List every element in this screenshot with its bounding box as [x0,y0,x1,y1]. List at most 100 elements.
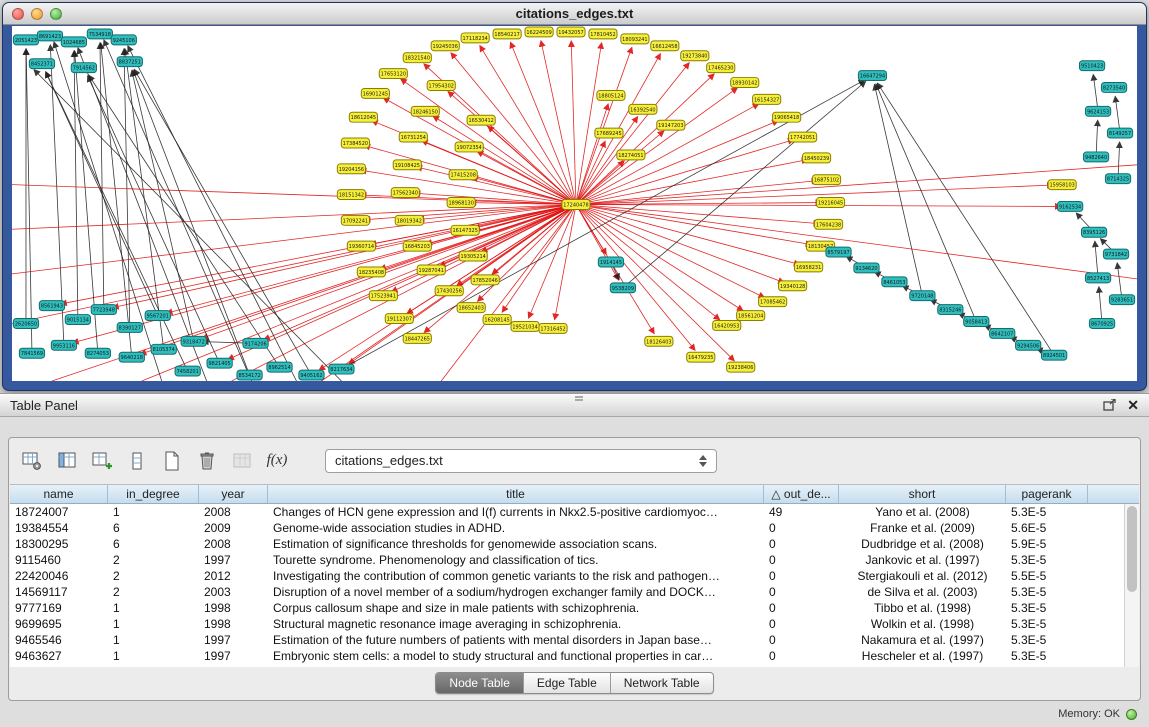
graph-node[interactable]: 17562340 [391,188,419,198]
graph-node[interactable]: 17523941 [369,291,397,301]
graph-node[interactable]: 19072354 [455,142,483,152]
graph-node[interactable]: 16224509 [525,27,553,37]
graph-node[interactable]: 18093241 [621,34,649,44]
graph-node[interactable]: 17415208 [449,170,477,180]
graph-node[interactable]: 16154327 [753,94,781,104]
table-cell[interactable]: Estimation of significance thresholds fo… [268,536,764,552]
graph-node[interactable]: 7458201 [175,366,200,376]
graph-node[interactable]: 7914562 [71,63,96,73]
table-cell[interactable]: Dudbridge et al. (2008) [839,536,1006,552]
graph-node[interactable]: 9294506 [1016,340,1041,350]
graph-node[interactable]: 16875102 [812,175,840,185]
graph-node[interactable]: 9510423 [1079,61,1104,71]
float-panel-icon[interactable] [1103,399,1117,411]
add-column-icon[interactable] [87,446,117,476]
minimize-window-button[interactable] [31,8,43,20]
graph-node[interactable]: 9624153 [1085,106,1110,116]
graph-node[interactable]: 9318472 [181,336,206,346]
graph-node[interactable]: 19360714 [347,241,375,251]
graph-node[interactable]: 17604238 [814,219,842,229]
table-cell[interactable]: 5.3E-5 [1006,600,1088,616]
graph-node[interactable]: 7841569 [19,348,44,358]
table-cell[interactable]: Hescheler et al. (1997) [839,648,1006,664]
graph-node[interactable]: 8579197 [826,247,851,257]
graph-node[interactable]: 18450239 [802,153,830,163]
graph-node[interactable]: 18321540 [403,53,431,63]
table-cell[interactable]: Tourette syndrome. Phenomenology and cla… [268,552,764,568]
table-row[interactable]: 969969511998Structural magnetic resonanc… [10,616,1139,632]
zoom-window-button[interactable] [50,8,62,20]
table-cell[interactable]: 2 [108,584,199,600]
graph-node[interactable]: 18561204 [737,311,765,321]
graph-node[interactable]: 9953116 [51,340,76,350]
vertical-scrollbar[interactable] [1124,504,1139,667]
graph-node[interactable]: 7534918 [87,29,112,39]
graph-node[interactable]: 18151342 [337,190,365,200]
graph-node[interactable]: 9134620 [854,263,879,273]
table-cell[interactable]: Embryonic stem cells: a model to study s… [268,648,764,664]
table-cell[interactable]: 1 [108,616,199,632]
graph-node[interactable]: 9405162 [299,370,324,380]
graph-node[interactable]: 17810452 [589,29,617,39]
table-cell[interactable]: 22420046 [10,568,108,584]
graph-node[interactable]: 18612045 [349,112,377,122]
graph-node[interactable]: 8390127 [117,322,142,332]
table-cell[interactable]: 6 [108,536,199,552]
import-table-icon[interactable] [227,446,257,476]
table-cell[interactable]: 19384554 [10,520,108,536]
graph-node[interactable]: 19273840 [681,51,709,61]
table-cell[interactable]: 1 [108,504,199,520]
table-cell[interactable]: 9777169 [10,600,108,616]
graph-node[interactable]: 19112307 [385,314,413,324]
graph-node[interactable]: 9283651 [1109,295,1134,305]
table-cell[interactable]: 2003 [199,584,268,600]
table-row[interactable]: 946362711997Embryonic stem cells: a mode… [10,648,1139,664]
graph-node[interactable]: 8670925 [1089,319,1114,329]
table-row[interactable]: 911546021997Tourette syndrome. Phenomeno… [10,552,1139,568]
table-cell[interactable]: 49 [764,504,839,520]
graph-node[interactable]: 7723948 [91,305,116,315]
graph-node[interactable]: 9821405 [207,358,232,368]
table-cell[interactable]: Estimation of the future numbers of pati… [268,632,764,648]
graph-node[interactable]: 19147203 [657,120,685,130]
graph-node[interactable]: 17689245 [595,128,623,138]
graph-node[interactable]: 8105374 [151,344,176,354]
graph-node[interactable]: 19204156 [337,164,365,174]
graph-node[interactable]: 19108425 [393,160,421,170]
table-row[interactable]: 946554611997Estimation of the future num… [10,632,1139,648]
graph-node[interactable]: 16647294 [858,71,886,81]
table-cell[interactable]: 2009 [199,520,268,536]
graph-node[interactable]: 15958103 [1048,180,1076,190]
graph-node[interactable]: 16479235 [687,352,715,362]
table-cell[interactable]: 5.3E-5 [1006,552,1088,568]
table-cell[interactable]: 18724007 [10,504,108,520]
graph-node[interactable]: 17085462 [759,297,787,307]
graph-node[interactable]: 19287041 [417,265,445,275]
table-cell[interactable]: 5.9E-5 [1006,536,1088,552]
graph-node[interactable]: 16958231 [795,262,823,272]
window-titlebar[interactable]: citations_edges.txt [3,3,1146,25]
delete-icon[interactable] [192,446,222,476]
table-cell[interactable]: 0 [764,536,839,552]
graph-node[interactable]: 9162534 [1057,202,1082,212]
graph-node[interactable]: 16845203 [403,241,431,251]
splitter-handle[interactable] [575,396,583,401]
column-header-title[interactable]: title [268,485,764,503]
graph-node[interactable]: 9245106 [111,35,136,45]
graph-node[interactable]: 16901245 [361,88,389,98]
table-cell[interactable]: 5.3E-5 [1006,632,1088,648]
table-cell[interactable]: Disruption of a novel member of a sodium… [268,584,764,600]
graph-node[interactable]: 19216045 [816,198,844,208]
table-cell[interactable]: 1997 [199,632,268,648]
column-header-in_degree[interactable]: in_degree [108,485,199,503]
column-header-out_de[interactable]: △ out_de... [764,485,839,503]
table-selector-combobox[interactable]: citations_edges.txt [325,449,717,473]
graph-node[interactable]: 8714325 [1105,174,1130,184]
table-cell[interactable]: 9465546 [10,632,108,648]
table-cell[interactable]: Tibbo et al. (1998) [839,600,1006,616]
graph-node[interactable]: 19305214 [459,251,487,261]
graph-node[interactable]: 18019342 [395,215,423,225]
table-cell[interactable]: 2008 [199,536,268,552]
table-cell[interactable]: 0 [764,616,839,632]
table-cell[interactable]: Yano et al. (2008) [839,504,1006,520]
